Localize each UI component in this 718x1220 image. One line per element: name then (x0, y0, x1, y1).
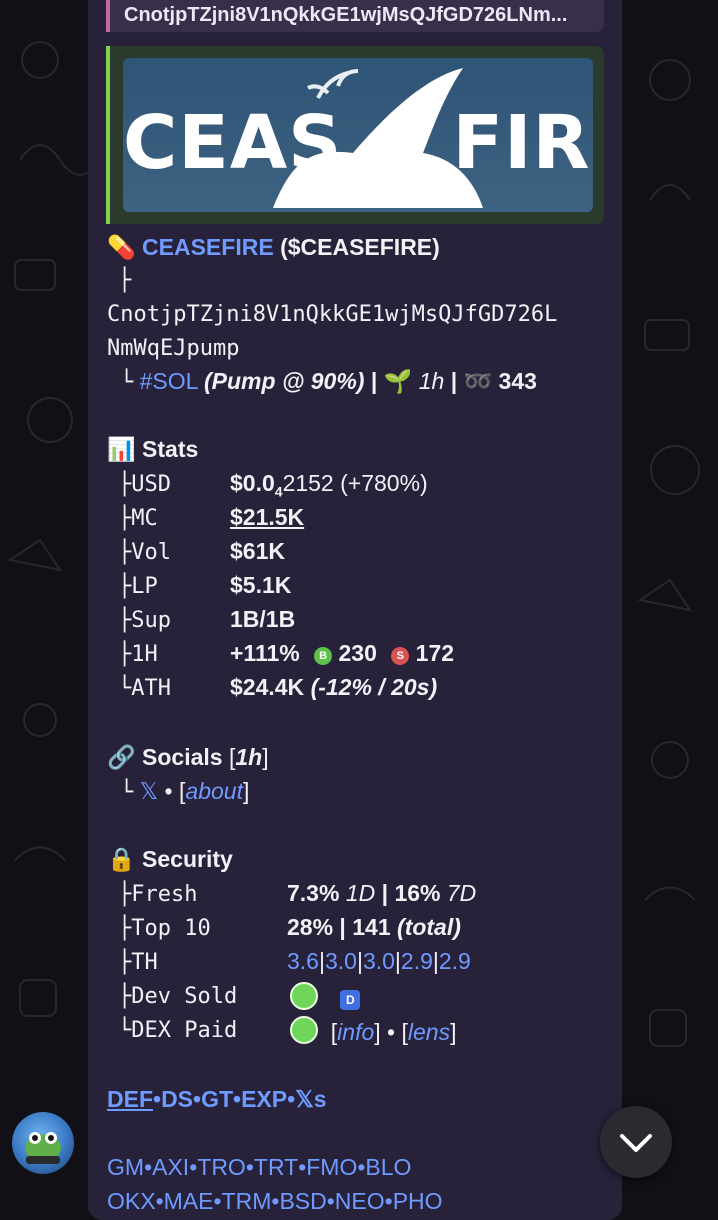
about-link[interactable]: about (185, 778, 243, 804)
security-dexpaid-label: └DEX Paid (118, 1018, 238, 1043)
ceasefire-banner-image[interactable]: CEASFIRE (123, 58, 593, 212)
chevron-down-icon (620, 1134, 652, 1152)
link-icon: 🔗 (107, 744, 136, 770)
token-header: 💊 CEASEFIRE ($CEASEFIRE) (107, 234, 440, 261)
frog-avatar-icon (25, 1132, 61, 1164)
token-name-link[interactable]: CEASEFIRE (142, 234, 274, 260)
th-value-link[interactable]: 2.9 (401, 948, 433, 974)
lens-link[interactable]: lens (408, 1019, 450, 1045)
token-address-line1[interactable]: CnotjpTZjni8V1nQkkGE1wjMsQJfGD726L (107, 302, 557, 327)
security-devsold-value: D (290, 982, 361, 1012)
seedling-icon: 🌱 (383, 368, 413, 394)
stats-sup-label: ├Sup (118, 608, 171, 633)
security-heading: 🔒 Security (107, 846, 233, 872)
sell-count: 172 (415, 640, 455, 666)
buy-badge-icon: B (314, 647, 333, 665)
stats-mc-label: ├MC (118, 506, 158, 531)
links-row-1: DEF•DS•GT•EXP•𝕏s (107, 1086, 327, 1112)
security-fresh-label: ├Fresh (118, 882, 198, 907)
link-fmo[interactable]: FMO (306, 1154, 357, 1180)
scroll-down-button[interactable] (600, 1106, 672, 1178)
info-link[interactable]: info (337, 1019, 374, 1045)
sell-badge-icon: S (391, 647, 410, 665)
security-top10-value: 28% | 141 (total) (287, 914, 461, 940)
security-th-values: 3.6|3.0|3.0|2.9|2.9 (287, 948, 471, 974)
stats-mc-value[interactable]: $21.5K (230, 504, 304, 531)
token-ticker: ($CEASEFIRE) (280, 234, 440, 260)
link-neo[interactable]: NEO (335, 1188, 385, 1214)
stats-ath-value: $24.4K (-12% / 20s) (230, 674, 438, 700)
stats-sup-value: 1B/1B (230, 606, 296, 632)
banner-title: CEASFIRE (123, 100, 593, 186)
links-row-2: GM•AXI•TRO•TRT•FMO•BLO (107, 1154, 412, 1180)
stats-vol-label: ├Vol (118, 540, 171, 565)
link-blo[interactable]: BLO (365, 1154, 411, 1180)
holders-icon: ➿ (463, 368, 493, 394)
token-meta-row: └ #SOL (Pump @ 90%) | 🌱 1h | ➿ 343 (120, 368, 537, 395)
link-mae[interactable]: MAE (164, 1188, 214, 1214)
link-ds[interactable]: DS (161, 1086, 193, 1112)
link-bsd[interactable]: BSD (279, 1188, 326, 1214)
th-value-link[interactable]: 3.0 (325, 948, 357, 974)
lock-icon: 🔒 (107, 846, 136, 872)
link-okx[interactable]: OKX (107, 1188, 156, 1214)
token-age: 1h (418, 368, 445, 394)
stats-usd-label: ├USD (118, 472, 171, 497)
stats-ath-label: └ATH (118, 676, 171, 701)
link-tro[interactable]: TRO (197, 1154, 246, 1180)
security-top10-label: ├Top 10 (118, 916, 211, 941)
security-fresh-value: 7.3% 1D | 16% 7D (287, 880, 477, 906)
platform-info: (Pump @ 90%) (204, 368, 365, 394)
link-def[interactable]: DEF (107, 1086, 153, 1112)
buy-count: 230 (338, 640, 377, 666)
link-gt[interactable]: GT (201, 1086, 233, 1112)
stats-lp-label: ├LP (118, 574, 158, 599)
stats-1h-value: +111% B 230 S 172 (230, 640, 455, 666)
security-th-label: ├TH (118, 950, 158, 975)
green-circle-icon (290, 1016, 318, 1044)
th-value-link[interactable]: 2.9 (439, 948, 471, 974)
tree-branch: ├ (118, 268, 132, 293)
link-xs[interactable]: 𝕏s (295, 1086, 326, 1112)
link-axi[interactable]: AXI (152, 1154, 189, 1180)
link-trm[interactable]: TRM (222, 1188, 272, 1214)
link-trt[interactable]: TRT (254, 1154, 298, 1180)
stats-lp-value: $5.1K (230, 572, 292, 598)
socials-row: └ 𝕏 • [about] (120, 778, 250, 805)
th-value-link[interactable]: 3.6 (287, 948, 319, 974)
link-exp[interactable]: EXP (241, 1086, 287, 1112)
pill-icon: 💊 (107, 234, 136, 260)
link-pho[interactable]: PHO (393, 1188, 443, 1214)
links-row-3: OKX•MAE•TRM•BSD•NEO•PHO (107, 1188, 443, 1214)
th-value-link[interactable]: 3.0 (363, 948, 395, 974)
security-devsold-label: ├Dev Sold (118, 984, 238, 1009)
holders-count: 343 (498, 368, 537, 394)
reply-preview[interactable]: CnotjpTZjni8V1nQkkGE1wjMsQJfGD726LNm... (106, 0, 604, 32)
green-circle-icon (290, 982, 318, 1010)
stats-usd-value: $0.042152 (+780%) (230, 470, 428, 500)
dev-badge-icon[interactable]: D (340, 990, 361, 1010)
socials-heading: 🔗 Socials [1h] (107, 744, 269, 770)
link-gm[interactable]: GM (107, 1154, 144, 1180)
chain-link[interactable]: #SOL (140, 368, 198, 394)
x-link[interactable]: 𝕏 (140, 778, 159, 804)
sender-avatar[interactable] (12, 1112, 74, 1174)
bar-chart-icon: 📊 (107, 436, 136, 462)
reply-preview-text: CnotjpTZjni8V1nQkkGE1wjMsQJfGD726LNm... (124, 4, 568, 26)
security-dexpaid-value: [info] • [lens] (290, 1016, 456, 1046)
token-address-line2[interactable]: NmWqEJpump (107, 336, 239, 361)
stats-1h-label: ├1H (118, 642, 158, 667)
stats-heading: 📊 Stats (107, 436, 199, 462)
stats-vol-value: $61K (230, 538, 285, 564)
